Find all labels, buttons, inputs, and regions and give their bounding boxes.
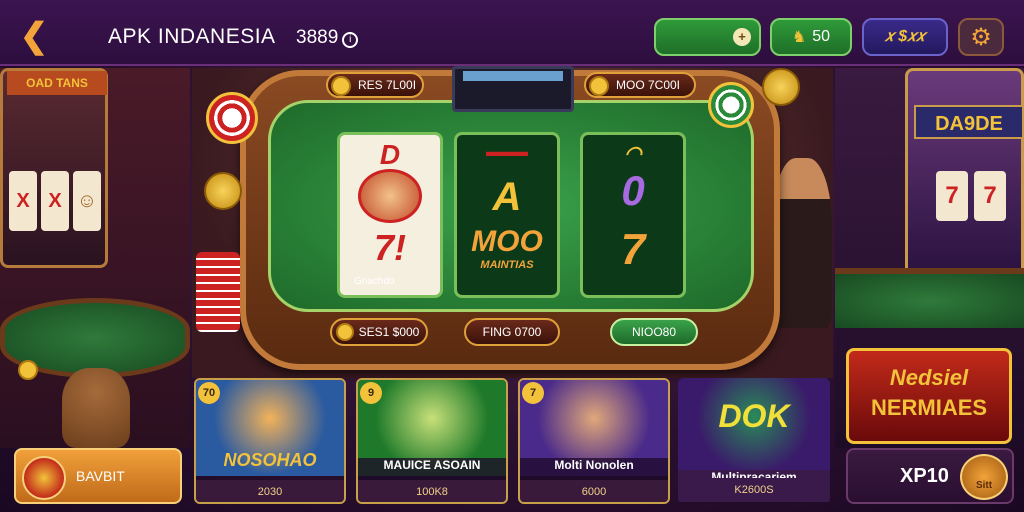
chip-stack (196, 252, 240, 332)
bonus-badge-icon (22, 456, 66, 500)
points-pill[interactable]: ♞ 50 (770, 18, 852, 56)
win-display: FING 0700 (464, 318, 560, 346)
vip-pill[interactable]: 𝑥 $𝑥𝑥 (862, 18, 948, 56)
back-arrow-icon[interactable]: ❮ (16, 18, 52, 54)
featured-line-1: Nedsiel (889, 365, 969, 390)
game-card[interactable]: DOK Multipracariem K2600S (678, 378, 830, 504)
balance-pill[interactable]: + (654, 18, 761, 56)
search-icon[interactable]: Sitt (960, 454, 1008, 500)
reel-3: ◠ 0 7 (580, 132, 686, 298)
game-code: 3889 i (296, 27, 359, 49)
hat-symbol: ◠ (624, 143, 642, 165)
right-slot-cabinet: DA9DE 7 7 (905, 68, 1024, 278)
spin-button[interactable]: NIOO80 (610, 318, 698, 346)
bar-symbol: ▬▬▬ (486, 143, 528, 159)
game-card-logo: DOK (718, 398, 790, 434)
poker-chip-icon (708, 82, 754, 128)
machine-label-right-text: MOO 7C00I (616, 78, 681, 92)
reel-3-top-symbol: 0 (621, 167, 645, 214)
bonus-button[interactable]: BAVBIT (14, 448, 182, 504)
top-bar: ❮ APK INDANESIA 3889 i + ♞ 50 𝑥 $𝑥𝑥 ⚙ (0, 0, 1024, 66)
game-card-sub: 6000 (520, 480, 668, 502)
machine-label-left: RES 7L00I (326, 72, 424, 98)
coin-icon (331, 76, 351, 96)
right-table (835, 268, 1024, 328)
left-scene: OAD TANS X X ☺ (0, 68, 190, 448)
machine-label-left-text: RES 7L00I (358, 78, 417, 92)
coin-icon (336, 323, 354, 341)
game-card-name: MAUICE ASOAIN (358, 458, 506, 480)
app-title: APK INDANESIA (108, 25, 276, 48)
game-card-number: 9 (360, 382, 382, 404)
reel-2: ▬▬▬ A MOO MAINTIAS (454, 132, 560, 298)
xp-icon-caption: Sitt (975, 480, 993, 491)
coin-icon (589, 76, 609, 96)
reel-2-sub-symbol: MAINTIAS (480, 259, 534, 271)
game-code-value: 3889 (296, 27, 339, 48)
reel-1: D 7! (337, 132, 443, 298)
vip-value: 𝑥 $𝑥𝑥 (884, 28, 926, 45)
left-cabinet-marquee: OAD TANS (7, 71, 107, 95)
poker-chip-icon (206, 92, 258, 144)
gold-coin-icon (18, 360, 38, 380)
machine-label-right: MOO 7C00I (584, 72, 696, 98)
game-card-name: Molti Nonolen (520, 458, 668, 480)
right-cabinet-reel: 7 (974, 171, 1006, 221)
reel-1-top-symbol: D (379, 139, 401, 170)
featured-game-banner[interactable]: Nedsiel NERMIAES (846, 348, 1012, 444)
reel-1-caption: Gnachdo (354, 276, 395, 287)
game-card[interactable]: 9 MAUICE ASOAIN 100K8 (356, 378, 508, 504)
gear-icon[interactable]: ⚙ (958, 18, 1004, 56)
bear-mascot (62, 368, 130, 448)
face-symbol (358, 169, 422, 223)
reel-1-bottom-symbol: 7! (373, 227, 406, 268)
monitor-screen (463, 71, 563, 81)
points-value: 50 (812, 28, 831, 45)
right-cabinet-marquee: DA9DE (914, 105, 1024, 139)
left-slot-cabinet: OAD TANS X X ☺ (0, 68, 108, 268)
app-root: ❮ APK INDANESIA 3889 i + ♞ 50 𝑥 $𝑥𝑥 ⚙ OAD … (0, 0, 1024, 512)
right-cabinet-reel: 7 (936, 171, 968, 221)
reel-3-bottom-symbol: 7 (620, 225, 646, 274)
gold-coin-icon (204, 172, 242, 210)
game-card[interactable]: 70 NOSOHAO 2030 (194, 378, 346, 504)
reel-2-top-symbol: A (492, 175, 522, 219)
game-card-sub: 2030 (196, 480, 344, 502)
dealer-figure (772, 158, 832, 328)
gold-coin-icon (762, 68, 800, 106)
coin-icon: ♞ (791, 29, 807, 46)
game-card-logo: NOSOHAO (223, 450, 317, 470)
game-card-number: 7 (522, 382, 544, 404)
game-card-number: 70 (198, 382, 220, 404)
game-card-sub: K2600S (678, 478, 830, 502)
bet-button[interactable]: SES1 $000 (330, 318, 428, 346)
info-icon[interactable]: i (342, 32, 359, 48)
bet-button-label: SES1 $000 (358, 325, 420, 339)
reel-2-mid-symbol: MOO (471, 225, 543, 258)
xp-button[interactable]: XP10 Sitt (846, 448, 1014, 504)
featured-line-2: NERMIAES (870, 395, 988, 420)
game-card-sub: 100K8 (358, 480, 506, 502)
game-card[interactable]: 7 Molti Nonolen 6000 (518, 378, 670, 504)
xp-label: XP10 (900, 464, 949, 487)
bonus-button-label: BAVBIT (76, 468, 125, 484)
left-cabinet-reel: ☺ (73, 171, 101, 231)
left-cabinet-reel: X (9, 171, 37, 231)
plus-icon[interactable]: + (733, 28, 751, 46)
top-monitor (452, 66, 574, 112)
left-cabinet-reel: X (41, 171, 69, 231)
